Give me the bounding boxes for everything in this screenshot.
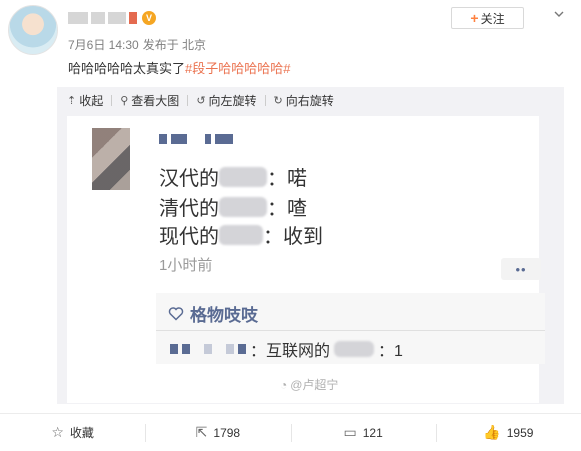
thumbs-up-icon: 👍 <box>483 424 501 440</box>
collapse-icon: ⇡ <box>67 94 77 107</box>
redacted-block <box>91 12 105 24</box>
media-expanded-panel: ⇡ 收起 ⚲ 查看大图 ↺ 向左旋转 ↻ 向右旋转 汉代的 ：喏 清代的 ：喳 … <box>57 87 564 404</box>
weibo-logo-icon: ◔ <box>280 377 288 392</box>
redacted-block <box>238 344 246 354</box>
view-large-label: 查看大图 <box>131 93 180 108</box>
blurred-word <box>334 341 375 357</box>
line-suffix: ：收到 <box>263 224 323 248</box>
image-timestamp: 1小时前 <box>159 257 213 274</box>
blurred-word <box>219 196 267 217</box>
comment-count: 121 <box>362 425 383 440</box>
line-suffix: ：喏 <box>267 166 307 190</box>
topic-link[interactable]: #段子哈哈哈哈哈# <box>185 61 290 76</box>
vip-badge-icon: V <box>142 11 156 25</box>
post-text-body: 哈哈哈哈哈太真实了 <box>68 61 186 76</box>
collapse-label: 收起 <box>79 93 104 108</box>
post-header: V 7月6日 14:30 发布于 北京 哈哈哈哈哈太真实了#段子哈哈哈哈哈# +… <box>0 0 581 88</box>
collapse-button[interactable]: ⇡ 收起 <box>67 92 103 109</box>
redacted-block <box>215 134 233 144</box>
divider <box>111 94 113 106</box>
username-redacted[interactable]: V <box>68 9 156 27</box>
redacted-block <box>129 12 137 24</box>
comment-button[interactable]: ▭ 121 <box>290 414 436 451</box>
group-header: 格物吱吱 <box>168 301 258 326</box>
post-text: 哈哈哈哈哈太真实了#段子哈哈哈哈哈# <box>68 58 290 77</box>
follow-button[interactable]: + 关注 <box>451 7 524 29</box>
image-watermark: ◔ @卢超宁 <box>280 376 338 393</box>
redacted-block <box>159 134 167 144</box>
group-row-text: ：互联网的 <box>250 343 331 360</box>
favorite-button[interactable]: ☆ 收藏 <box>0 414 145 451</box>
redacted-block <box>205 134 211 144</box>
image-username-redacted <box>159 134 233 144</box>
media-toolbar: ⇡ 收起 ⚲ 查看大图 ↺ 向左旋转 ↻ 向右旋转 <box>67 91 334 109</box>
plus-icon: + <box>470 10 479 26</box>
group-name: 格物吱吱 <box>190 306 258 325</box>
divider <box>187 94 189 106</box>
post-source: 发布于 北京 <box>142 38 207 52</box>
rotate-left-button[interactable]: ↺ 向左旋转 <box>196 92 256 109</box>
like-count: 1959 <box>506 425 534 440</box>
repost-button[interactable]: ⇱ 1798 <box>145 414 290 451</box>
post-image[interactable]: 汉代的 ：喏 清代的 ：喳 现代的 ：收到 1小时前 •• 格物吱吱 ：互联网的… <box>67 116 545 403</box>
line-prefix: 现代的 <box>159 224 219 248</box>
blurred-word <box>219 166 267 187</box>
rotate-right-button[interactable]: ↻ 向右旋转 <box>274 92 334 109</box>
image-text-line: 现代的 ：收到 <box>159 220 323 249</box>
redacted-block <box>226 344 234 354</box>
favorite-label: 收藏 <box>69 426 94 440</box>
divider <box>156 330 545 331</box>
watermark-text: @卢超宁 <box>290 378 339 392</box>
rotate-left-icon: ↺ <box>196 94 206 107</box>
rotate-right-icon: ↻ <box>273 94 283 107</box>
rotate-left-label: 向左旋转 <box>208 93 257 108</box>
redacted-block <box>171 134 187 144</box>
image-text-line: 清代的 ：喳 <box>159 192 307 221</box>
avatar[interactable] <box>8 5 58 55</box>
star-icon: ☆ <box>51 424 64 440</box>
redacted-block <box>108 12 126 24</box>
group-row: ：互联网的 ：1 <box>170 337 403 361</box>
chevron-down-icon[interactable] <box>553 8 565 20</box>
comment-icon: ▭ <box>343 424 357 440</box>
rotate-right-label: 向右旋转 <box>285 93 334 108</box>
redacted-block <box>204 344 212 354</box>
image-group-box: 格物吱吱 ：互联网的 ：1 <box>156 293 545 364</box>
view-large-button[interactable]: ⚲ 查看大图 <box>120 92 179 109</box>
blurred-word <box>219 224 263 245</box>
post-meta: 7月6日 14:30 发布于 北京 <box>68 36 206 53</box>
line-prefix: 汉代的 <box>159 166 219 190</box>
redacted-block <box>68 12 88 24</box>
line-prefix: 清代的 <box>159 196 219 220</box>
redacted-block <box>170 344 178 354</box>
redacted-block <box>182 344 190 354</box>
heart-icon <box>168 307 184 321</box>
magnifier-icon: ⚲ <box>120 94 129 107</box>
follow-label: 关注 <box>480 11 505 26</box>
group-row-value: ：1 <box>378 343 403 360</box>
image-avatar-blurred <box>92 128 130 190</box>
post-date[interactable]: 7月6日 14:30 <box>68 36 139 53</box>
more-dots-icon: •• <box>501 258 541 280</box>
action-bar: ☆ 收藏 ⇱ 1798 ▭ 121 👍 1959 <box>0 413 581 451</box>
repost-icon: ⇱ <box>195 424 208 440</box>
repost-count: 1798 <box>213 425 241 440</box>
image-text-line: 汉代的 ：喏 <box>159 162 307 191</box>
like-button[interactable]: 👍 1959 <box>435 414 581 451</box>
divider <box>264 94 266 106</box>
line-suffix: ：喳 <box>267 196 307 220</box>
